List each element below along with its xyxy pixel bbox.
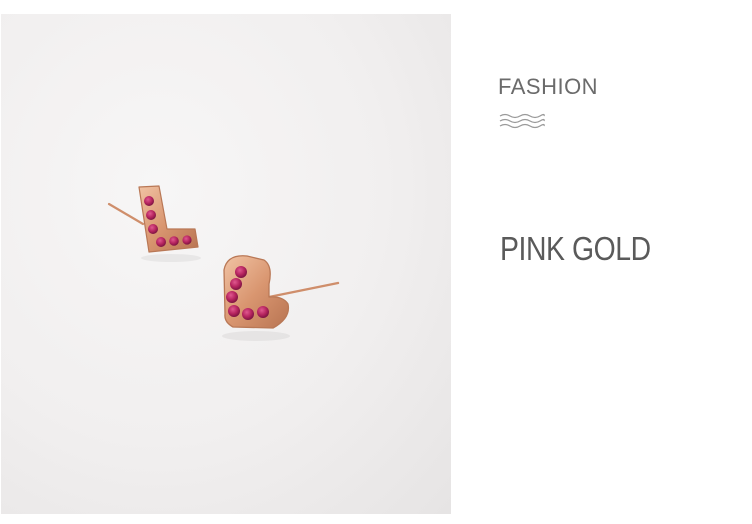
product-color-label: PINK GOLD	[500, 230, 651, 267]
earrings-illustration	[107, 185, 340, 341]
wave-divider-icon	[499, 113, 545, 129]
brand-label: FASHION	[498, 74, 599, 99]
earring-back	[107, 185, 201, 262]
earring-front	[222, 255, 340, 341]
product-photo	[1, 14, 451, 514]
